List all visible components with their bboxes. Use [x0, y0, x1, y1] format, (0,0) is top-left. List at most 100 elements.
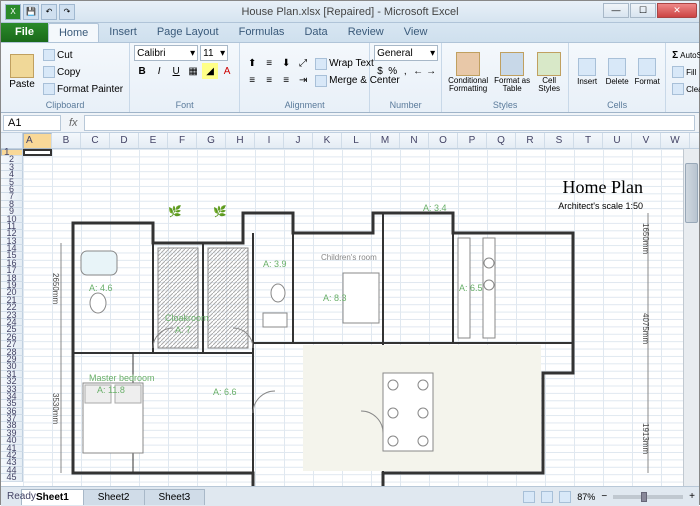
bold-button[interactable]: B — [134, 63, 150, 79]
column-header[interactable]: L — [342, 133, 371, 148]
column-header[interactable]: R — [516, 133, 545, 148]
align-center-button[interactable]: ≡ — [261, 73, 277, 89]
column-header[interactable]: H — [226, 133, 255, 148]
column-header[interactable]: P — [458, 133, 487, 148]
column-header[interactable]: U — [603, 133, 632, 148]
conditional-formatting-button[interactable]: Conditional Formatting — [446, 45, 490, 99]
column-header[interactable]: F — [168, 133, 197, 148]
formula-input[interactable] — [84, 115, 695, 131]
zoom-level[interactable]: 87% — [577, 492, 595, 502]
column-header[interactable]: S — [545, 133, 574, 148]
border-button[interactable]: ▦ — [185, 63, 201, 79]
save-icon[interactable]: 💾 — [23, 4, 39, 20]
cell-grid[interactable]: Home Plan Architect's scale 1:50 — [23, 149, 683, 486]
sheet-tab-3[interactable]: Sheet3 — [144, 489, 206, 505]
excel-icon[interactable]: X — [5, 4, 21, 20]
clear-icon — [672, 83, 684, 95]
font-size-select[interactable]: 11▾ — [200, 45, 228, 61]
align-top-button[interactable]: ⬆ — [244, 56, 260, 72]
row-header[interactable]: 45 — [1, 474, 23, 481]
undo-icon[interactable]: ↶ — [41, 4, 57, 20]
column-header[interactable]: Q — [487, 133, 516, 148]
copy-button[interactable]: Copy — [41, 64, 125, 80]
column-header[interactable]: E — [139, 133, 168, 148]
fill-color-button[interactable]: ◢ — [202, 63, 218, 79]
formula-bar: A1 fx — [1, 113, 699, 133]
tab-page-layout[interactable]: Page Layout — [147, 23, 229, 42]
tab-review[interactable]: Review — [338, 23, 394, 42]
decimal-inc-button[interactable]: ← — [412, 63, 424, 79]
name-box[interactable]: A1 — [3, 115, 61, 131]
align-left-button[interactable]: ≡ — [244, 73, 260, 89]
column-header[interactable]: T — [574, 133, 603, 148]
column-header[interactable]: W — [661, 133, 690, 148]
page-break-view-icon[interactable] — [559, 491, 571, 503]
room-label: A: 3.4 — [423, 203, 447, 213]
fill-button[interactable]: Fill — [670, 64, 700, 80]
row-header-column: 1234567891011121314151617181920212223242… — [1, 149, 23, 482]
column-header[interactable]: N — [400, 133, 429, 148]
column-header[interactable]: A — [23, 133, 52, 149]
tab-home[interactable]: Home — [48, 23, 99, 42]
insert-icon — [578, 58, 596, 76]
autosum-button[interactable]: ΣAutoSum — [670, 47, 700, 63]
column-header[interactable]: M — [371, 133, 400, 148]
cut-button[interactable]: Cut — [41, 47, 125, 63]
align-right-button[interactable]: ≡ — [278, 73, 294, 89]
floor-plan-image[interactable]: Home Plan Architect's scale 1:50 — [53, 173, 673, 486]
number-format-select[interactable]: General▾ — [374, 45, 438, 61]
plant-icon: 🌿 — [168, 205, 182, 218]
group-cells: Insert Delete Format Cells — [569, 43, 666, 112]
maximize-button[interactable]: ☐ — [630, 3, 656, 18]
tab-view[interactable]: View — [394, 23, 438, 42]
italic-button[interactable]: I — [151, 63, 167, 79]
tab-formulas[interactable]: Formulas — [229, 23, 295, 42]
zoom-slider[interactable] — [613, 495, 683, 499]
page-layout-view-icon[interactable] — [541, 491, 553, 503]
column-header[interactable]: C — [81, 133, 110, 148]
normal-view-icon[interactable] — [523, 491, 535, 503]
insert-cells-button[interactable]: Insert — [573, 45, 601, 99]
font-color-button[interactable]: A — [219, 63, 235, 79]
decimal-dec-button[interactable]: → — [425, 63, 437, 79]
underline-button[interactable]: U — [168, 63, 184, 79]
indent-button[interactable]: ⇥ — [295, 73, 311, 89]
delete-cells-button[interactable]: Delete — [603, 45, 631, 99]
column-header[interactable]: G — [197, 133, 226, 148]
column-header[interactable]: O — [429, 133, 458, 148]
column-header[interactable]: K — [313, 133, 342, 148]
sheet-tab-2[interactable]: Sheet2 — [83, 489, 145, 505]
scrollbar-thumb[interactable] — [685, 163, 698, 223]
minimize-button[interactable]: — — [603, 3, 629, 18]
align-bottom-button[interactable]: ⬇ — [278, 56, 294, 72]
zoom-slider-thumb[interactable] — [641, 492, 647, 502]
column-header[interactable]: B — [52, 133, 81, 148]
redo-icon[interactable]: ↷ — [59, 4, 75, 20]
cell-styles-button[interactable]: Cell Styles — [534, 45, 564, 99]
file-tab[interactable]: File — [1, 23, 48, 42]
column-header[interactable]: V — [632, 133, 661, 148]
percent-button[interactable]: % — [387, 63, 399, 79]
paste-button[interactable]: Paste — [5, 45, 39, 99]
font-name-select[interactable]: Calibri▾ — [134, 45, 198, 61]
column-header[interactable]: D — [110, 133, 139, 148]
spreadsheet: ABCDEFGHIJKLMNOPQRSTUVW 1234567891011121… — [1, 133, 699, 486]
tab-insert[interactable]: Insert — [99, 23, 147, 42]
tab-data[interactable]: Data — [294, 23, 337, 42]
format-as-table-button[interactable]: Format as Table — [492, 45, 532, 99]
currency-button[interactable]: $ — [374, 63, 386, 79]
vertical-scrollbar[interactable] — [683, 149, 699, 486]
format-cells-button[interactable]: Format — [633, 45, 661, 99]
comma-button[interactable]: , — [399, 63, 411, 79]
clear-button[interactable]: Clear — [670, 81, 700, 97]
zoom-out-button[interactable]: − — [601, 491, 607, 502]
format-painter-button[interactable]: Format Painter — [41, 81, 125, 97]
align-middle-button[interactable]: ≡ — [261, 56, 277, 72]
close-button[interactable]: ✕ — [657, 3, 697, 18]
column-header[interactable]: I — [255, 133, 284, 148]
column-header[interactable]: J — [284, 133, 313, 148]
fx-label[interactable]: fx — [63, 117, 84, 129]
zoom-in-button[interactable]: + — [689, 491, 695, 502]
orientation-button[interactable]: ⤢ — [295, 56, 311, 72]
select-all-corner[interactable] — [1, 133, 23, 148]
